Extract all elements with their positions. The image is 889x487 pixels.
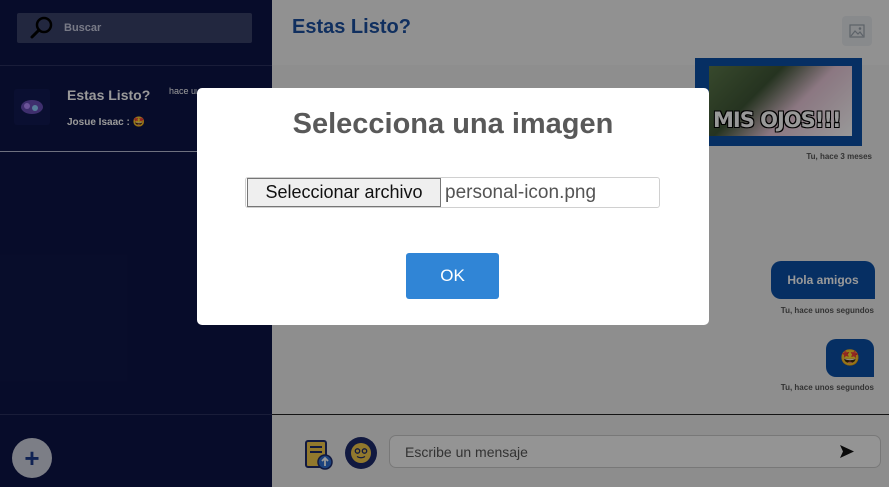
selected-file-name: personal-icon.png: [445, 181, 597, 203]
file-input[interactable]: Seleccionar archivo personal-icon.png: [245, 177, 660, 208]
image-select-dialog: Selecciona una imagen Seleccionar archiv…: [197, 88, 709, 325]
choose-file-button[interactable]: Seleccionar archivo: [247, 178, 441, 207]
ok-button[interactable]: OK: [406, 253, 499, 299]
dialog-title: Selecciona una imagen: [292, 108, 614, 140]
